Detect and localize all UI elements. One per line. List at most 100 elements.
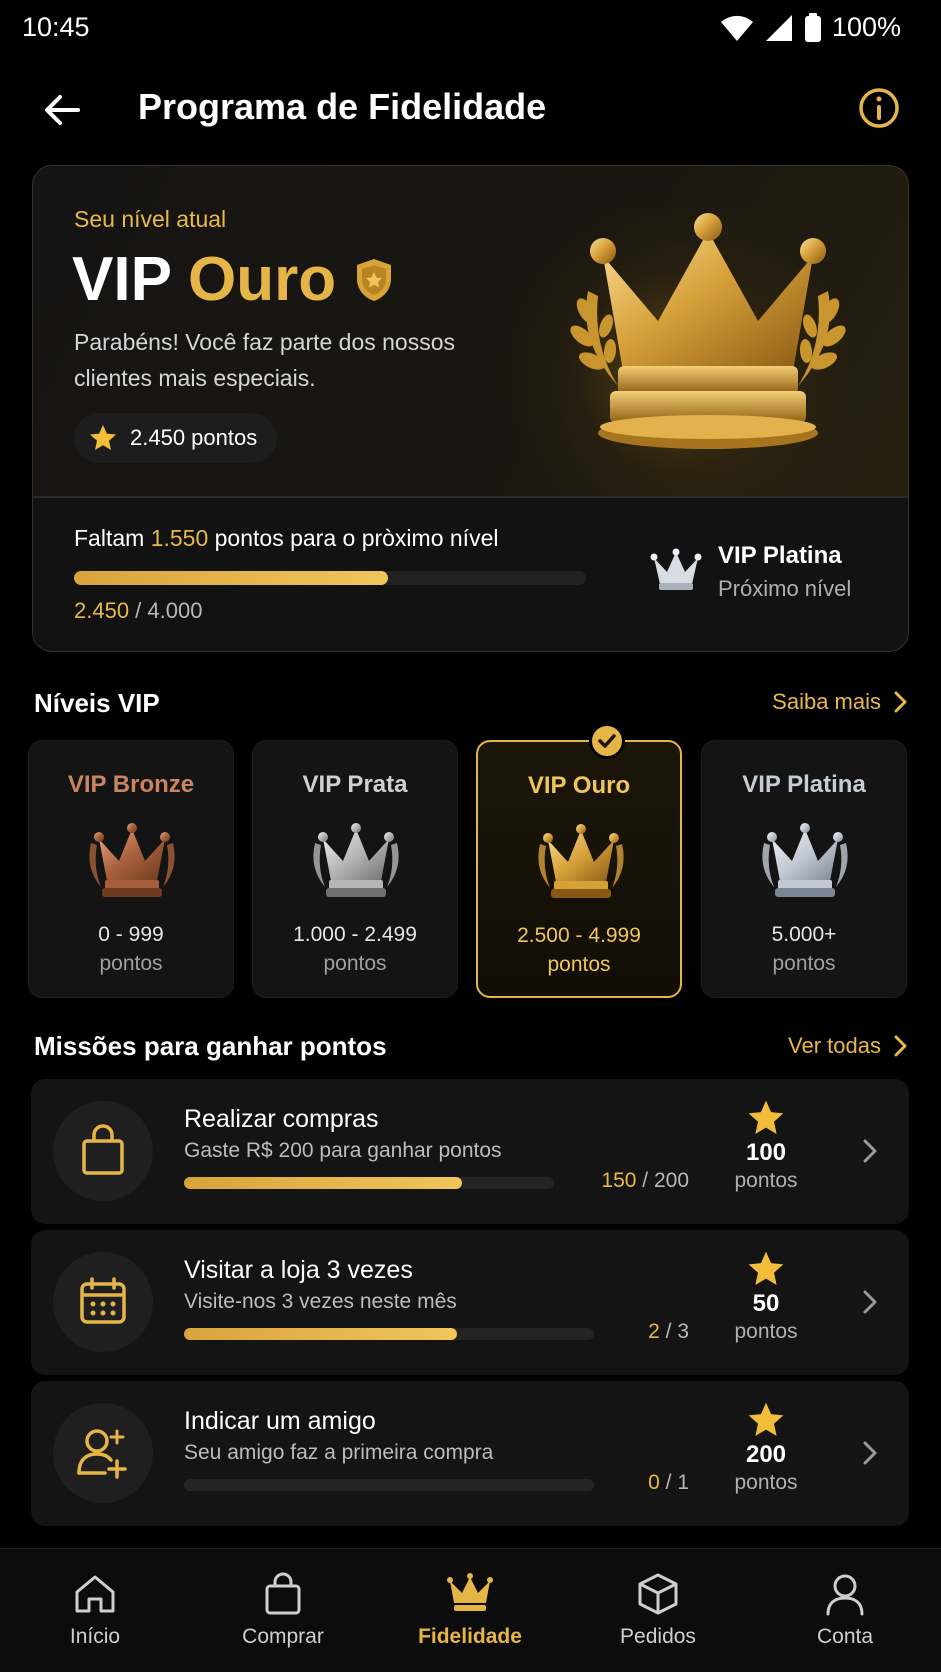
level-progress-bar xyxy=(74,571,586,585)
platinum-crown-icon xyxy=(650,548,702,590)
level-card-name: VIP Prata xyxy=(302,771,408,798)
mission-card[interactable]: Indicar um amigo Seu amigo faz a primeir… xyxy=(31,1381,909,1526)
progress-current: 2.450 xyxy=(74,598,130,623)
mission-reward: 200 pontos xyxy=(711,1401,821,1495)
level-card-range: 0 - 999 xyxy=(98,923,164,946)
mission-progress-total: / 1 xyxy=(659,1471,689,1494)
level-card-range: 5.000+ xyxy=(771,923,837,946)
mission-icon-circle xyxy=(53,1101,153,1201)
mission-progress-count: 2 / 3 xyxy=(648,1320,689,1344)
star-icon xyxy=(748,1402,784,1436)
current-level-title: VIP Ouro xyxy=(72,244,394,315)
bottom-navigation: Início Comprar Fidelidade Pedidos Conta xyxy=(0,1548,941,1672)
nav-item-shop[interactable]: Comprar xyxy=(203,1571,363,1649)
gold-crown-trophy-icon xyxy=(570,213,846,449)
mission-reward-points: 200 xyxy=(745,1441,787,1468)
status-bar: 10:45 100% xyxy=(0,0,941,56)
level-card-bronze[interactable]: VIP Bronze 0 - 999 pontos xyxy=(28,740,234,998)
star-icon xyxy=(748,1251,784,1285)
user-icon xyxy=(826,1574,864,1616)
nav-item-home[interactable]: Início xyxy=(15,1571,175,1649)
chevron-right-icon xyxy=(863,1290,877,1314)
level-card-name: VIP Platina xyxy=(742,771,866,798)
level-prefix: VIP xyxy=(72,245,171,314)
nav-item-loyalty[interactable]: Fidelidade xyxy=(390,1571,550,1649)
mission-progress-bar xyxy=(184,1479,594,1491)
mission-progress-total: / 200 xyxy=(636,1169,689,1192)
mission-progress-bar xyxy=(184,1328,594,1340)
star-icon xyxy=(90,425,116,450)
mission-reward: 100 pontos xyxy=(711,1099,821,1193)
current-level-check-icon xyxy=(589,723,625,759)
nav-item-account[interactable]: Conta xyxy=(765,1571,925,1649)
level-card-gold[interactable]: VIP Ouro 2.500 - 4.999 pontos xyxy=(476,740,682,998)
level-card-unit: pontos xyxy=(772,952,836,975)
nav-label: Início xyxy=(69,1625,121,1648)
levels-learn-more-link[interactable]: Saiba mais xyxy=(772,689,907,715)
add-user-icon xyxy=(77,1429,127,1479)
level-card-range: 1.000 - 2.499 xyxy=(293,923,417,946)
mission-progress-bar xyxy=(184,1177,554,1189)
progress-suffix: pontos para o pròximo nível xyxy=(214,525,499,551)
chevron-right-icon xyxy=(863,1139,877,1163)
level-card-silver[interactable]: VIP Prata 1.000 - 2.499 pontos xyxy=(252,740,458,998)
points-balance: 2.450 pontos xyxy=(74,413,278,463)
mission-reward: 50 pontos xyxy=(711,1250,821,1344)
mission-description: Visite-nos 3 vezes neste mês xyxy=(184,1290,457,1313)
star-icon xyxy=(748,1100,784,1134)
next-level-name: VIP Platina xyxy=(718,542,842,569)
shopping-bag-icon xyxy=(265,1572,301,1615)
current-level-description: Parabéns! Você faz parte dos nossos clie… xyxy=(74,329,456,391)
level-card-platinum[interactable]: VIP Platina 5.000+ pontos xyxy=(701,740,907,998)
progress-text: Faltam 1.550 pontos para o pròximo nível xyxy=(74,525,498,552)
points-balance-text: 2.450 pontos xyxy=(130,425,258,450)
nav-label: Comprar xyxy=(242,1625,324,1648)
mission-card[interactable]: Realizar compras Gaste R$ 200 para ganha… xyxy=(31,1079,909,1224)
level-card-name: VIP Ouro xyxy=(527,772,631,799)
progress-target: 4.000 xyxy=(147,598,203,623)
signal-icon xyxy=(765,14,792,41)
mission-reward-unit: pontos xyxy=(734,1169,798,1192)
mission-card[interactable]: Visitar a loja 3 vezes Visite-nos 3 veze… xyxy=(31,1230,909,1375)
mission-title: Indicar um amigo xyxy=(184,1407,376,1435)
app-header: Programa de Fidelidade xyxy=(0,60,941,160)
levels-learn-more-label: Saiba mais xyxy=(772,689,881,714)
calendar-icon xyxy=(80,1277,126,1324)
mission-progress-fill xyxy=(184,1177,462,1189)
current-level-card: Seu nível atual VIP Ouro Parabéns! Você … xyxy=(32,165,909,652)
chevron-right-icon xyxy=(894,691,907,713)
nav-label: Conta xyxy=(816,1625,874,1648)
mission-progress-total: / 3 xyxy=(659,1320,689,1343)
missions-see-all-link[interactable]: Ver todas xyxy=(788,1033,907,1059)
mission-reward-unit: pontos xyxy=(734,1320,798,1343)
info-icon[interactable] xyxy=(857,86,901,130)
back-arrow-icon[interactable] xyxy=(40,88,84,132)
mission-description: Seu amigo faz a primeira compra xyxy=(184,1441,494,1464)
status-time: 10:45 xyxy=(22,12,90,42)
nav-label: Fidelidade xyxy=(418,1625,522,1648)
mission-title: Visitar a loja 3 vezes xyxy=(184,1256,413,1284)
mission-reward-unit: pontos xyxy=(734,1471,798,1494)
chevron-right-icon xyxy=(863,1441,877,1465)
vip-levels-list: VIP Bronze 0 - 999 pontos VIP Prata 1.00… xyxy=(28,723,908,998)
current-level-label: Seu nível atual xyxy=(74,206,227,232)
mission-icon-circle xyxy=(53,1403,153,1503)
progress-count: 2.450 / 4.000 xyxy=(74,598,202,624)
mission-progress-count: 0 / 1 xyxy=(648,1471,689,1495)
platinum-crown-icon xyxy=(762,823,848,897)
points-missing: 1.550 xyxy=(150,525,209,551)
battery-percent: 100% xyxy=(831,12,901,42)
box-icon xyxy=(638,1573,678,1615)
nav-item-orders[interactable]: Pedidos xyxy=(578,1571,738,1649)
chevron-right-icon xyxy=(894,1035,907,1057)
crown-icon xyxy=(447,1573,493,1611)
missions-see-all-label: Ver todas xyxy=(788,1033,881,1058)
next-level-label: Próximo nível xyxy=(718,576,852,601)
mission-progress-fill xyxy=(184,1328,458,1340)
progress-prefix: Faltam xyxy=(74,525,145,551)
wifi-icon xyxy=(720,15,753,41)
current-level-summary: Seu nível atual VIP Ouro Parabéns! Você … xyxy=(33,166,908,506)
level-card-name: VIP Bronze xyxy=(67,771,195,798)
level-card-range: 2.500 - 4.999 xyxy=(517,924,641,947)
mission-icon-circle xyxy=(53,1252,153,1352)
